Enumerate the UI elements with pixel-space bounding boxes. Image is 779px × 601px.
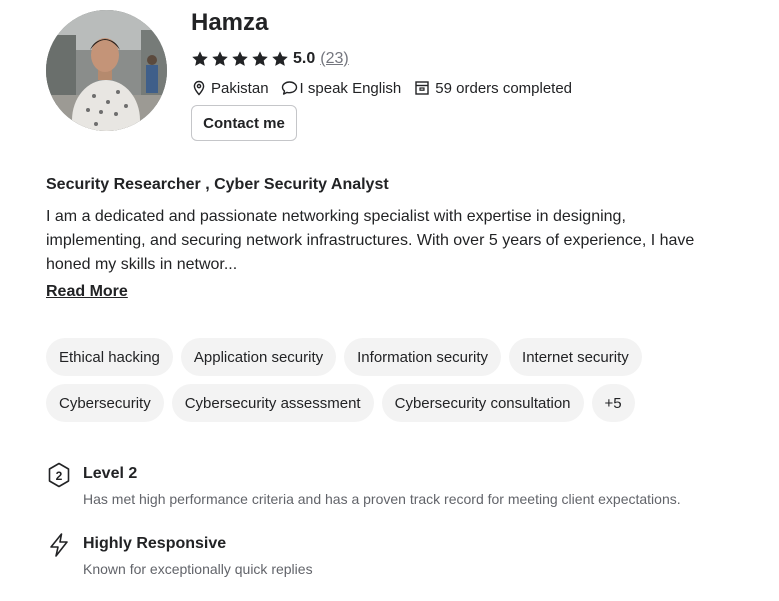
speech-bubble-icon	[281, 81, 297, 95]
skills-row: Cybersecurity Cybersecurity assessment C…	[46, 384, 746, 422]
rating-score: 5.0	[293, 50, 316, 67]
bio-line: implementing, and securing network infra…	[46, 232, 695, 249]
level-title: Level 2	[83, 465, 138, 482]
skill-tag[interactable]: Application security	[180, 338, 337, 376]
star-icon	[272, 51, 288, 66]
location: Pakistan	[191, 80, 269, 97]
skill-tag[interactable]: Cybersecurity assessment	[171, 384, 374, 422]
bio-text: I am a dedicated and passionate networki…	[46, 205, 766, 277]
avatar[interactable]	[46, 10, 167, 131]
location-pin-icon	[193, 80, 205, 96]
skill-tag[interactable]: Cybersecurity	[46, 384, 164, 422]
profile-headline: Security Researcher , Cyber Security Ana…	[46, 176, 389, 193]
rating-count-link[interactable]: (23)	[320, 50, 348, 68]
language-text: I speak English	[299, 79, 402, 97]
bio-line: I am a dedicated and passionate networki…	[46, 208, 626, 225]
rating-row: 5.0 (23)	[191, 49, 349, 69]
level-badge: 2 Level 2 Has met high performance crite…	[46, 462, 681, 508]
responsive-badge: Highly Responsive Known for exceptionall…	[46, 533, 313, 578]
level-number: 2	[56, 469, 63, 483]
star-icon	[212, 51, 228, 66]
level-description: Has met high performance criteria and ha…	[83, 491, 681, 507]
skills-row: Ethical hacking Application security Inf…	[46, 338, 746, 376]
star-rating	[191, 50, 289, 68]
level-badge-icon: 2	[48, 462, 70, 488]
responsive-title: Highly Responsive	[83, 535, 227, 552]
read-more-link[interactable]: Read More	[46, 283, 128, 301]
box-icon	[415, 81, 429, 95]
star-icon	[192, 51, 208, 66]
contact-me-button[interactable]: Contact me	[191, 105, 297, 141]
bio-line: honed my skills in networ...	[46, 256, 238, 273]
star-icon	[252, 51, 268, 66]
orders-text: 59 orders completed	[435, 79, 573, 97]
skill-tag[interactable]: Ethical hacking	[46, 338, 173, 376]
profile-photo	[46, 10, 167, 131]
skill-tag[interactable]: Internet security	[509, 338, 642, 376]
profile-meta: Pakistan I speak English 59 orders compl…	[191, 78, 572, 98]
responsive-description: Known for exceptionally quick replies	[83, 561, 313, 577]
location-text: Pakistan	[211, 79, 269, 97]
skill-tag[interactable]: Information security	[344, 338, 502, 376]
more-skills-button[interactable]: +5	[591, 384, 635, 422]
profile-name: Hamza	[191, 9, 269, 36]
lightning-icon	[50, 533, 68, 557]
star-icon	[232, 51, 248, 66]
skill-tag[interactable]: Cybersecurity consultation	[381, 384, 584, 422]
language: I speak English	[281, 79, 402, 97]
orders: 59 orders completed	[414, 80, 572, 97]
